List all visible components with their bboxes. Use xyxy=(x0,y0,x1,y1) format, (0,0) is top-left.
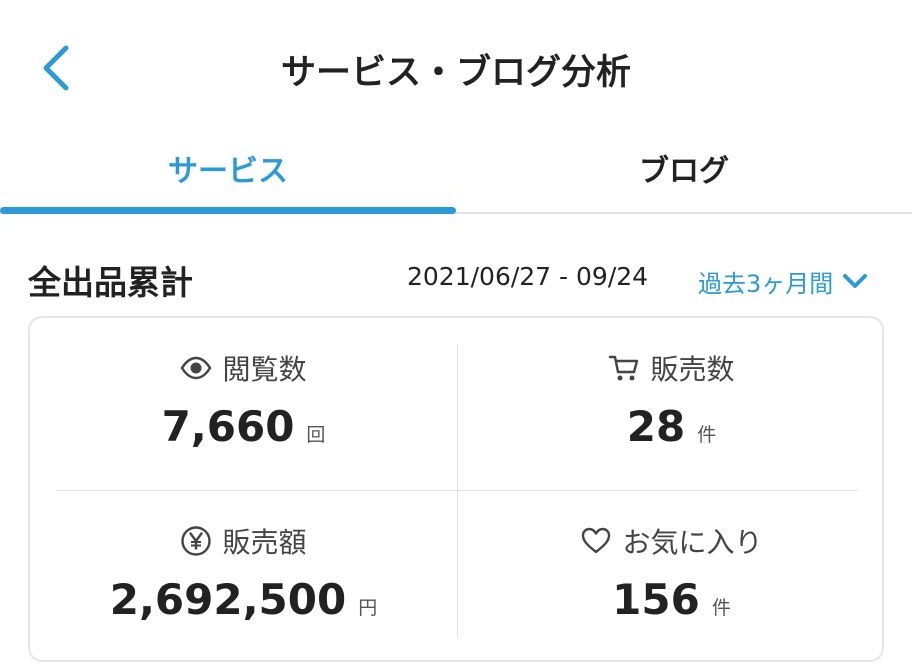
stat-favorites-label: お気に入り xyxy=(622,526,763,559)
stat-sales-amount-value: 2,692,500 xyxy=(109,575,347,624)
tab-blog[interactable]: ブログ xyxy=(456,142,912,202)
chevron-down-icon xyxy=(843,274,868,288)
period-dropdown-label: 過去3ヶ月間 xyxy=(698,269,834,298)
stats-card: 閲覧数 7,660 回 販売数 28 件 販売額 2,692,500 円 お気に… xyxy=(28,316,884,662)
eye-icon xyxy=(181,356,212,380)
stat-sales-count-unit: 件 xyxy=(697,424,717,446)
active-tab-indicator xyxy=(0,207,456,214)
period-dropdown[interactable]: 過去3ヶ月間 xyxy=(698,264,869,298)
stat-favorites-unit: 件 xyxy=(711,597,731,619)
stat-sales-amount-label: 販売額 xyxy=(222,526,307,559)
stat-favorites: お気に入り 156 件 xyxy=(458,491,885,663)
app-header: サービス・ブログ分析 xyxy=(0,0,912,130)
yen-icon xyxy=(181,526,212,556)
stat-sales-amount-unit: 円 xyxy=(358,597,378,619)
tab-service[interactable]: サービス xyxy=(0,142,456,202)
stat-views-value: 7,660 xyxy=(161,402,295,451)
stat-favorites-value: 156 xyxy=(612,575,700,624)
stat-sales-count-label: 販売数 xyxy=(650,353,735,386)
page-title: サービス・ブログ分析 xyxy=(280,53,631,93)
stat-views: 閲覧数 7,660 回 xyxy=(30,318,457,490)
stat-sales-amount: 販売額 2,692,500 円 xyxy=(30,491,457,663)
stat-sales-count: 販売数 28 件 xyxy=(458,318,885,490)
section-title: 全出品累計 xyxy=(28,263,193,302)
tab-bar: サービス ブログ xyxy=(0,130,912,214)
stat-views-label: 閲覧数 xyxy=(222,353,307,386)
heart-icon xyxy=(582,527,611,554)
cart-icon xyxy=(609,355,639,381)
stat-views-unit: 回 xyxy=(306,424,326,446)
stat-sales-count-value: 28 xyxy=(626,402,686,451)
date-range: 2021/06/27 - 09/24 xyxy=(407,262,649,291)
